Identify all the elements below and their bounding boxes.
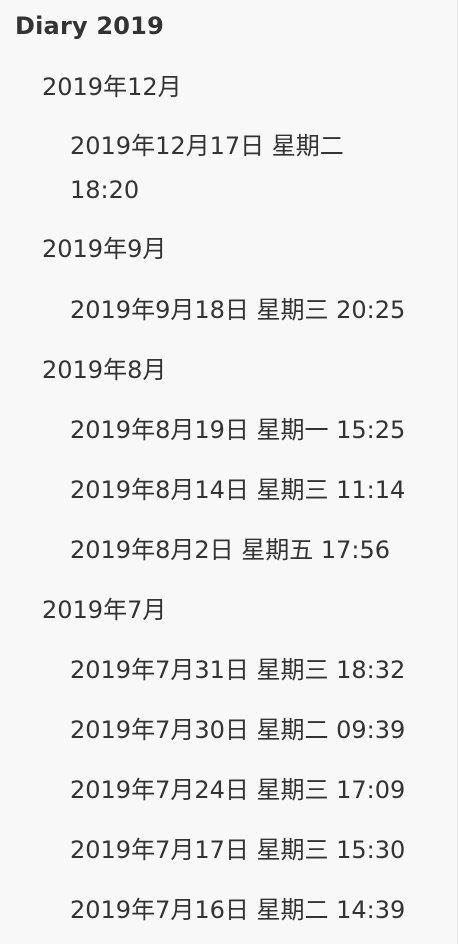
month-header-2019-12[interactable]: 2019年12月 bbox=[42, 71, 182, 103]
diary-entry-2019-09-18[interactable]: 2019年9月18日 星期三 20:25 bbox=[70, 290, 405, 330]
diary-entry-2019-07-31[interactable]: 2019年7月31日 星期三 18:32 bbox=[70, 650, 405, 690]
diary-entry-2019-08-19[interactable]: 2019年8月19日 星期一 15:25 bbox=[70, 410, 405, 450]
diary-entry-2019-08-02[interactable]: 2019年8月2日 星期五 17:56 bbox=[70, 530, 390, 570]
diary-entry-2019-12-17[interactable]: 2019年12月17日 星期二 18:20 bbox=[70, 124, 380, 212]
diary-entry-2019-07-16[interactable]: 2019年7月16日 星期二 14:39 bbox=[70, 890, 405, 930]
diary-entry-2019-08-14[interactable]: 2019年8月14日 星期三 11:14 bbox=[70, 470, 405, 510]
diary-root-title[interactable]: Diary 2019 bbox=[15, 10, 164, 42]
diary-entry-2019-07-30[interactable]: 2019年7月30日 星期二 09:39 bbox=[70, 710, 405, 750]
diary-entry-2019-07-24[interactable]: 2019年7月24日 星期三 17:09 bbox=[70, 770, 405, 810]
month-header-2019-08[interactable]: 2019年8月 bbox=[42, 354, 166, 386]
diary-entry-2019-07-17[interactable]: 2019年7月17日 星期三 15:30 bbox=[70, 830, 405, 870]
month-header-2019-09[interactable]: 2019年9月 bbox=[42, 233, 166, 265]
month-header-2019-07[interactable]: 2019年7月 bbox=[42, 594, 166, 626]
